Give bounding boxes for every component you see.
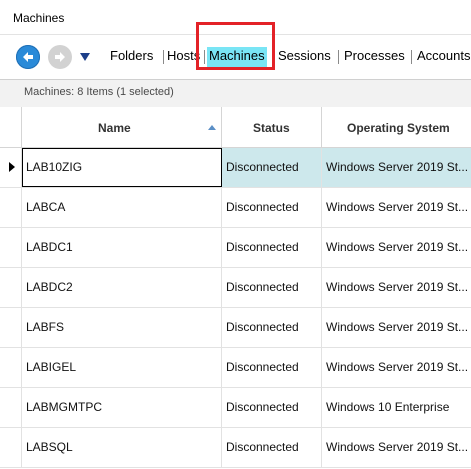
cell-operating-system[interactable]: Windows Server 2019 St... [322, 148, 471, 187]
cell-name[interactable]: LABMGMTPC [22, 388, 222, 427]
forward-button[interactable] [48, 45, 72, 69]
cell-name[interactable]: LABDC2 [22, 268, 222, 307]
cell-operating-system[interactable]: Windows Server 2019 St... [322, 308, 471, 347]
row-indicator [0, 188, 22, 227]
column-header-label: Status [253, 121, 290, 135]
cell-operating-system[interactable]: Windows Server 2019 St... [322, 228, 471, 267]
tab-processes[interactable]: Processes [344, 47, 405, 67]
crumb-separator [338, 50, 339, 64]
cell-name[interactable]: LABFS [22, 308, 222, 347]
cell-status[interactable]: Disconnected [222, 188, 322, 227]
cell-status[interactable]: Disconnected [222, 348, 322, 387]
row-indicator [0, 308, 22, 347]
cell-name[interactable]: LABIGEL [22, 348, 222, 387]
arrow-left-icon [23, 52, 33, 62]
cell-operating-system[interactable]: Windows 10 Enterprise [322, 388, 471, 427]
cell-status[interactable]: Disconnected [222, 428, 322, 467]
row-indicator-header [0, 107, 22, 148]
cell-status[interactable]: Disconnected [222, 388, 322, 427]
cell-operating-system[interactable]: Windows Server 2019 St... [322, 428, 471, 467]
cell-status[interactable]: Disconnected [222, 308, 322, 347]
row-indicator [0, 428, 22, 467]
column-header-status[interactable]: Status [222, 107, 322, 148]
table-row[interactable]: LABSQL Disconnected Windows Server 2019 … [0, 428, 471, 468]
crumb-separator [411, 50, 412, 64]
cell-status[interactable]: Disconnected [222, 268, 322, 307]
table-row[interactable]: LABCA Disconnected Windows Server 2019 S… [0, 188, 471, 228]
cell-operating-system[interactable]: Windows Server 2019 St... [322, 268, 471, 307]
cell-status[interactable]: Disconnected [222, 228, 322, 267]
table-row[interactable]: LAB10ZIG Disconnected Windows Server 201… [0, 148, 471, 188]
table-row[interactable]: LABDC2 Disconnected Windows Server 2019 … [0, 268, 471, 308]
crumb-separator [163, 50, 164, 64]
back-button[interactable] [16, 45, 40, 69]
row-indicator [0, 388, 22, 427]
column-header-label: Operating System [347, 121, 450, 135]
column-header-label: Name [98, 121, 131, 135]
arrow-right-icon [55, 52, 65, 62]
row-indicator [0, 268, 22, 307]
sort-ascending-icon [208, 125, 216, 130]
cell-name[interactable]: LABCA [22, 188, 222, 227]
current-row-pointer-icon [9, 162, 15, 172]
table-row[interactable]: LABDC1 Disconnected Windows Server 2019 … [0, 228, 471, 268]
machines-table: Name Status Operating System LAB10ZIG Di… [0, 107, 471, 469]
cell-name[interactable]: LABDC1 [22, 228, 222, 267]
row-indicator [0, 148, 22, 187]
cell-name[interactable]: LABSQL [22, 428, 222, 467]
tab-sessions[interactable]: Sessions [278, 47, 331, 67]
cell-name[interactable]: LAB10ZIG [22, 148, 222, 187]
window-title: Machines [13, 11, 65, 25]
table-row[interactable]: LABFS Disconnected Windows Server 2019 S… [0, 308, 471, 348]
cell-status[interactable]: Disconnected [222, 148, 322, 187]
column-header-operating-system[interactable]: Operating System [322, 107, 471, 148]
cell-operating-system[interactable]: Windows Server 2019 St... [322, 188, 471, 227]
table-row[interactable]: LABIGEL Disconnected Windows Server 2019… [0, 348, 471, 388]
tab-accounts[interactable]: Accounts [417, 47, 470, 67]
table-row[interactable]: LABMGMTPC Disconnected Windows 10 Enterp… [0, 388, 471, 428]
highlight-annotation [196, 22, 275, 70]
row-indicator [0, 348, 22, 387]
row-indicator [0, 228, 22, 267]
item-count-text: Machines: 8 Items (1 selected) [24, 86, 174, 98]
column-header-name[interactable]: Name [22, 107, 222, 148]
cell-operating-system[interactable]: Windows Server 2019 St... [322, 348, 471, 387]
triangle-down-icon[interactable] [80, 53, 90, 61]
status-bar: Machines: 8 Items (1 selected) [0, 79, 471, 108]
tab-folders[interactable]: Folders [110, 47, 153, 67]
